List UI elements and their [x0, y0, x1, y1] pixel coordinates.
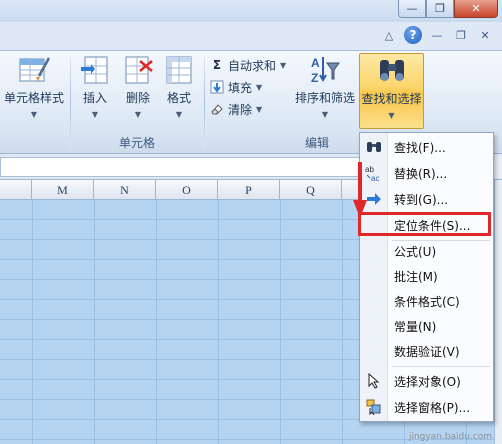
chevron-down-icon: ▼	[256, 104, 263, 114]
menu-item-label: 选择窗格(P)...	[394, 400, 471, 415]
menu-item-select-objects[interactable]: 选择对象(O)	[360, 369, 493, 393]
delete-cells-icon	[122, 53, 154, 85]
menu-item-find[interactable]: 查找(F)...	[360, 135, 493, 159]
clear-button[interactable]: 清除 ▼	[210, 99, 262, 119]
sort-filter-button[interactable]: A Z 排序和筛选 ▼	[292, 53, 358, 119]
window-caption: — ❐ ✕	[0, 0, 502, 22]
autosum-button[interactable]: Σ 自动求和 ▼	[210, 55, 286, 75]
svg-text:A: A	[311, 56, 320, 70]
svg-text:ac: ac	[371, 174, 379, 182]
menu-item-label: 常量(N)	[394, 319, 437, 334]
cells-group-label: 单元格	[118, 136, 155, 150]
workbook-close-icon[interactable]: ✕	[476, 26, 494, 44]
chevron-down-icon: ▼	[30, 110, 38, 119]
eraser-icon	[210, 102, 224, 116]
workbook-restore-icon[interactable]: ❐	[452, 26, 470, 44]
column-header[interactable]: Q	[280, 180, 342, 200]
cell-styles-button[interactable]: 单元格样式 ▼	[2, 53, 66, 119]
autosum-label: 自动求和	[228, 58, 277, 73]
menu-item-selection-pane[interactable]: 选择窗格(P)...	[360, 395, 493, 419]
fill-down-icon	[210, 80, 224, 94]
column-header[interactable]: M	[32, 180, 94, 200]
fill-button[interactable]: 填充 ▼	[210, 77, 262, 97]
find-select-menu: 查找(F)... ab ac 替换(R)... 转到(G)... 定位条件(S).…	[359, 132, 494, 422]
watermark: jingyan.baidu.com	[408, 432, 492, 442]
menu-separator	[392, 366, 490, 367]
menu-item-formulas[interactable]: 公式(U)	[360, 239, 493, 263]
cursor-icon	[360, 369, 388, 393]
delete-label: 删除	[125, 91, 150, 105]
cell-styles-icon	[18, 53, 50, 85]
sigma-icon: Σ	[212, 58, 222, 72]
chevron-down-icon: ▼	[175, 110, 183, 119]
chevron-down-icon: ▼	[256, 82, 263, 92]
insert-label: 插入	[82, 91, 107, 105]
menu-item-constants[interactable]: 常量(N)	[360, 314, 493, 338]
highlight-box	[358, 212, 491, 236]
chevron-down-icon: ▼	[280, 60, 287, 70]
minimize-ribbon-icon[interactable]: △	[380, 26, 398, 44]
workbook-minimize-icon[interactable]: —	[428, 26, 446, 44]
format-button[interactable]: 格式 ▼	[160, 53, 198, 119]
menu-item-label: 替换(R)...	[394, 166, 448, 181]
chevron-down-icon: ▼	[91, 110, 99, 119]
restore-button[interactable]: ❐	[426, 0, 454, 18]
red-arrow-annotation	[353, 162, 367, 218]
find-select-button[interactable]: 查找和选择 ▼	[359, 53, 424, 129]
menu-item-comments[interactable]: 批注(M)	[360, 264, 493, 288]
column-header-partial[interactable]	[0, 180, 32, 200]
menu-item-conditional-formatting[interactable]: 条件格式(C)	[360, 289, 493, 313]
binoculars-icon	[376, 54, 408, 86]
chevron-down-icon: ▼	[134, 110, 142, 119]
close-button[interactable]: ✕	[454, 0, 498, 18]
format-label: 格式	[166, 91, 191, 105]
menu-item-label: 公式(U)	[394, 244, 437, 259]
format-cells-icon	[163, 53, 195, 85]
fill-label: 填充	[228, 80, 253, 95]
minimize-button[interactable]: —	[398, 0, 426, 18]
binoculars-icon	[360, 135, 388, 159]
find-select-label: 查找和选择	[361, 92, 422, 106]
menu-item-label: 转到(G)...	[394, 192, 449, 207]
cell-styles-label: 单元格样式	[3, 91, 64, 105]
insert-button[interactable]: 插入 ▼	[74, 53, 116, 119]
menu-item-label: 批注(M)	[394, 269, 438, 284]
menu-item-label: 选择对象(O)	[394, 374, 461, 389]
menu-item-data-validation[interactable]: 数据验证(V)	[360, 339, 493, 363]
vertical-scrollbar[interactable]	[494, 180, 502, 444]
sort-filter-icon: A Z	[309, 53, 341, 85]
insert-cells-icon	[79, 53, 111, 85]
sort-filter-label: 排序和筛选	[294, 91, 355, 105]
help-icon[interactable]: ?	[404, 26, 422, 44]
clear-label: 清除	[228, 102, 253, 117]
menu-item-label: 条件格式(C)	[394, 294, 460, 309]
column-header[interactable]: N	[94, 180, 156, 200]
column-header[interactable]: O	[156, 180, 218, 200]
selection-pane-icon	[360, 395, 388, 419]
menu-item-label: 查找(F)...	[394, 140, 446, 155]
menu-item-goto[interactable]: 转到(G)...	[360, 187, 493, 211]
svg-text:Z: Z	[311, 71, 318, 85]
formula-input[interactable]	[0, 157, 360, 177]
ribbon-tab-row: △ ? — ❐ ✕	[0, 22, 502, 50]
chevron-down-icon: ▼	[321, 110, 329, 119]
menu-item-label: 数据验证(V)	[394, 344, 460, 359]
delete-button[interactable]: 删除 ▼	[118, 53, 158, 119]
column-header[interactable]: P	[218, 180, 280, 200]
menu-item-replace[interactable]: ab ac 替换(R)...	[360, 161, 493, 185]
chevron-down-icon: ▼	[388, 111, 395, 120]
